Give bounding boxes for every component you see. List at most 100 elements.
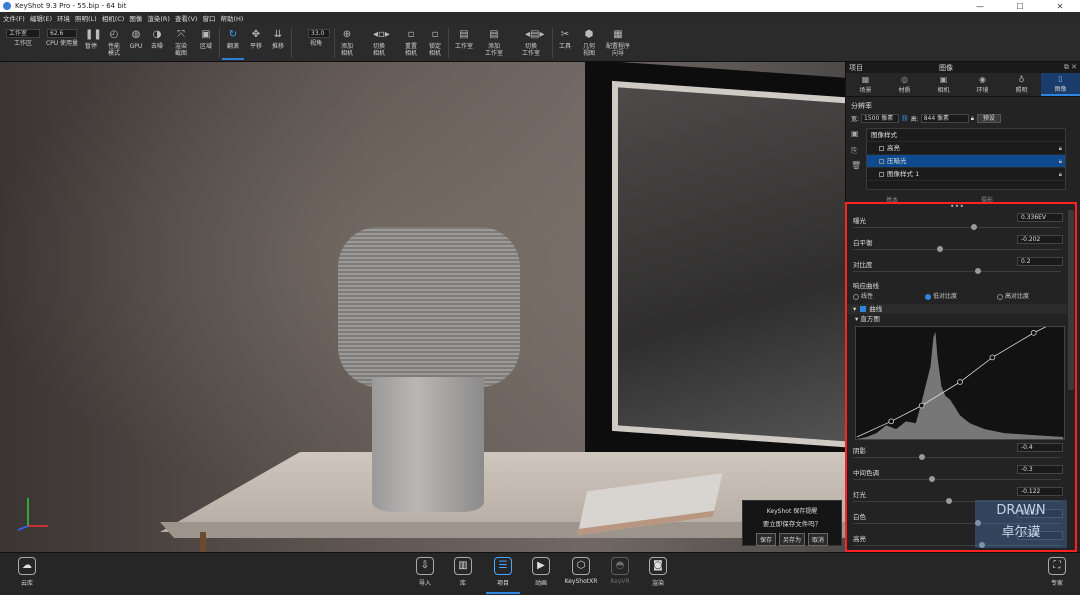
menu-environment[interactable]: 环境 xyxy=(57,13,70,23)
param-slider-track[interactable] xyxy=(853,457,1061,458)
dialog-save-button[interactable]: 保存 xyxy=(755,533,776,546)
tab-environment[interactable]: ◉ 环境 xyxy=(963,73,1002,96)
keyvr-button[interactable]: ◓ KeyVR xyxy=(603,557,637,585)
param-slider-track[interactable] xyxy=(853,249,1061,250)
cpu-usage-field[interactable]: 62.6 xyxy=(47,29,77,38)
menu-lighting[interactable]: 照明(L) xyxy=(75,13,97,23)
tab-scene[interactable]: ▦ 场景 xyxy=(846,73,885,96)
curve-group-header[interactable]: ▾ 曲线 xyxy=(847,304,1067,314)
curve-linear-radio[interactable]: 线性 xyxy=(853,291,873,300)
panel-scrollbar[interactable] xyxy=(1068,210,1074,390)
add-camera-button[interactable]: ⊕ 添加 相机 xyxy=(336,27,358,60)
performance-mode-button[interactable]: ◴ 性能 模式 xyxy=(102,27,126,60)
style-item-highlight[interactable]: 高亮 🔒︎ xyxy=(867,142,1065,155)
tab-material[interactable]: ◎ 材质 xyxy=(885,73,924,96)
import-button[interactable]: ⇩ 导入 xyxy=(408,557,442,587)
reset-camera-button[interactable]: ▫ 重置 相机 xyxy=(400,27,422,60)
style-item-root[interactable]: 图像样式 xyxy=(867,129,1065,142)
dialog-save-as-button[interactable]: 另存为 xyxy=(778,533,805,546)
delete-style-icon[interactable]: 🗑︎ xyxy=(851,161,861,170)
tab-lighting[interactable]: ♁ 照明 xyxy=(1002,73,1041,96)
minimize-button[interactable]: — xyxy=(960,2,1000,11)
project-list-icon: ☰ xyxy=(494,557,512,575)
param-slider-knob[interactable] xyxy=(937,246,944,252)
lock-camera-button[interactable]: ▫ 锁定 相机 xyxy=(424,27,446,60)
menu-view[interactable]: 查看(V) xyxy=(175,13,198,23)
library-button[interactable]: ▥ 库 xyxy=(446,557,480,587)
param-value-input[interactable]: -0.3 xyxy=(1017,465,1063,474)
param-slider-knob[interactable] xyxy=(929,476,936,482)
render-region-button[interactable]: ⤧ 渲染 截图 xyxy=(170,27,192,60)
tumble-button[interactable]: ↻ 翻滚 xyxy=(222,27,244,60)
tab-image[interactable]: ▯ 图像 xyxy=(1041,73,1080,96)
panel-window-controls-icon[interactable]: ⧉ ✕ xyxy=(1050,63,1080,72)
dialog-cancel-button[interactable]: 取消 xyxy=(808,533,829,546)
menu-camera[interactable]: 相机(C) xyxy=(102,13,125,23)
keyshotxr-button[interactable]: ⬡ KeyShotXR xyxy=(564,557,598,585)
param-slider-knob[interactable] xyxy=(970,224,977,230)
menu-help[interactable]: 帮助(H) xyxy=(220,13,243,23)
menu-render[interactable]: 渲染(R) xyxy=(147,13,170,23)
menu-file[interactable]: 文件(F) xyxy=(3,13,25,23)
height-input[interactable]: 844 像素 xyxy=(920,114,969,123)
param-value-input[interactable]: 0.336EV xyxy=(1017,213,1063,222)
menu-window[interactable]: 窗口 xyxy=(202,13,215,23)
mode-basic-radio[interactable]: 基本 xyxy=(886,195,898,204)
denoise-button[interactable]: ◑ 去噪 xyxy=(146,27,168,60)
workspace-select[interactable]: 工作室 xyxy=(6,29,40,38)
add-studio-button[interactable]: ▤ 添加 工作室 xyxy=(480,27,508,60)
curve-high-contrast-radio[interactable]: 高对比度 xyxy=(997,291,1029,300)
add-style-icon[interactable]: ▣ xyxy=(851,129,859,138)
more-options-icon[interactable]: ••• xyxy=(847,204,1067,212)
switch-camera-button[interactable]: ◂▫▸ 切换 相机 xyxy=(364,27,394,60)
width-input[interactable]: 1500 像素 xyxy=(861,114,900,123)
cloud-library-button[interactable]: ☁ 云库 xyxy=(10,557,44,587)
tab-camera[interactable]: ▣ 相机 xyxy=(924,73,963,96)
style-swatch-icon xyxy=(879,145,884,151)
render-viewport[interactable] xyxy=(0,62,845,552)
preset-button[interactable]: 预设 xyxy=(976,114,1001,123)
menu-edit[interactable]: 编辑(E) xyxy=(30,13,52,23)
mode-photographic-radio[interactable]: 摄影 xyxy=(981,195,993,204)
dolly-button[interactable]: ⇊ 推移 xyxy=(268,27,288,60)
curve-histogram[interactable] xyxy=(855,326,1065,440)
style-item-style1[interactable]: 图像样式 1 🔒︎ xyxy=(867,168,1065,181)
menu-image[interactable]: 图像 xyxy=(129,13,142,23)
param-slider-track[interactable] xyxy=(853,271,1061,272)
curve-low-contrast-radio[interactable]: 低对比度 xyxy=(925,291,957,300)
gpu-button[interactable]: ◍ GPU xyxy=(127,27,145,60)
style-item-darken[interactable]: 压暗光 🔒︎ xyxy=(867,155,1065,168)
histogram-header[interactable]: ▾ 直方图 xyxy=(847,314,1067,324)
studio-button[interactable]: ▤ 工作室 xyxy=(451,27,477,60)
project-tab-title[interactable]: 项目 xyxy=(849,63,939,73)
config-program-button[interactable]: ▦ 配置程序 向导 xyxy=(602,27,634,60)
close-button[interactable]: ✕ xyxy=(1040,2,1080,11)
animation-button[interactable]: ▶ 动画 xyxy=(524,557,558,587)
link-aspect-icon[interactable]: ⛓ xyxy=(901,115,909,122)
tools-button[interactable]: ✂ 工具 xyxy=(555,27,575,60)
param-slider-track[interactable] xyxy=(853,479,1061,480)
fov-field[interactable]: 33.0 xyxy=(308,29,330,38)
param-slider-knob[interactable] xyxy=(918,454,925,460)
param-slider-knob[interactable] xyxy=(974,268,981,274)
switch-studio-button[interactable]: ◂▤▸ 切换 工作室 xyxy=(514,27,548,60)
curve-checkbox[interactable] xyxy=(860,306,867,312)
param-value-input[interactable]: -0.4 xyxy=(1017,443,1063,452)
param-value-input[interactable]: 0.2 xyxy=(1017,257,1063,266)
lock-icon[interactable]: 🔒︎ xyxy=(971,115,974,123)
pan-button[interactable]: ✥ 平移 xyxy=(246,27,266,60)
maximize-button[interactable]: ☐ xyxy=(1000,2,1040,11)
expert-button[interactable]: ⛶ 专家 xyxy=(1040,557,1074,587)
param-value-input[interactable]: -0.202 xyxy=(1017,235,1063,244)
copy-style-icon[interactable]: ⎘ xyxy=(851,146,857,156)
render-button[interactable]: ◙ 渲染 xyxy=(641,557,675,587)
style-swatch-icon xyxy=(879,171,884,177)
param-slider-knob[interactable] xyxy=(945,498,952,504)
environment-icon: ◉ xyxy=(979,75,986,84)
region-button[interactable]: ▣ 区域 xyxy=(195,27,217,60)
pause-button[interactable]: ❚❚ 暂停 xyxy=(82,27,102,60)
param-slider-track[interactable] xyxy=(853,227,1061,228)
param-value-input[interactable]: -0.122 xyxy=(1017,487,1063,496)
project-button[interactable]: ☰ 项目 xyxy=(486,557,520,594)
geometry-view-button[interactable]: ⬢ 几何 视图 xyxy=(578,27,600,60)
